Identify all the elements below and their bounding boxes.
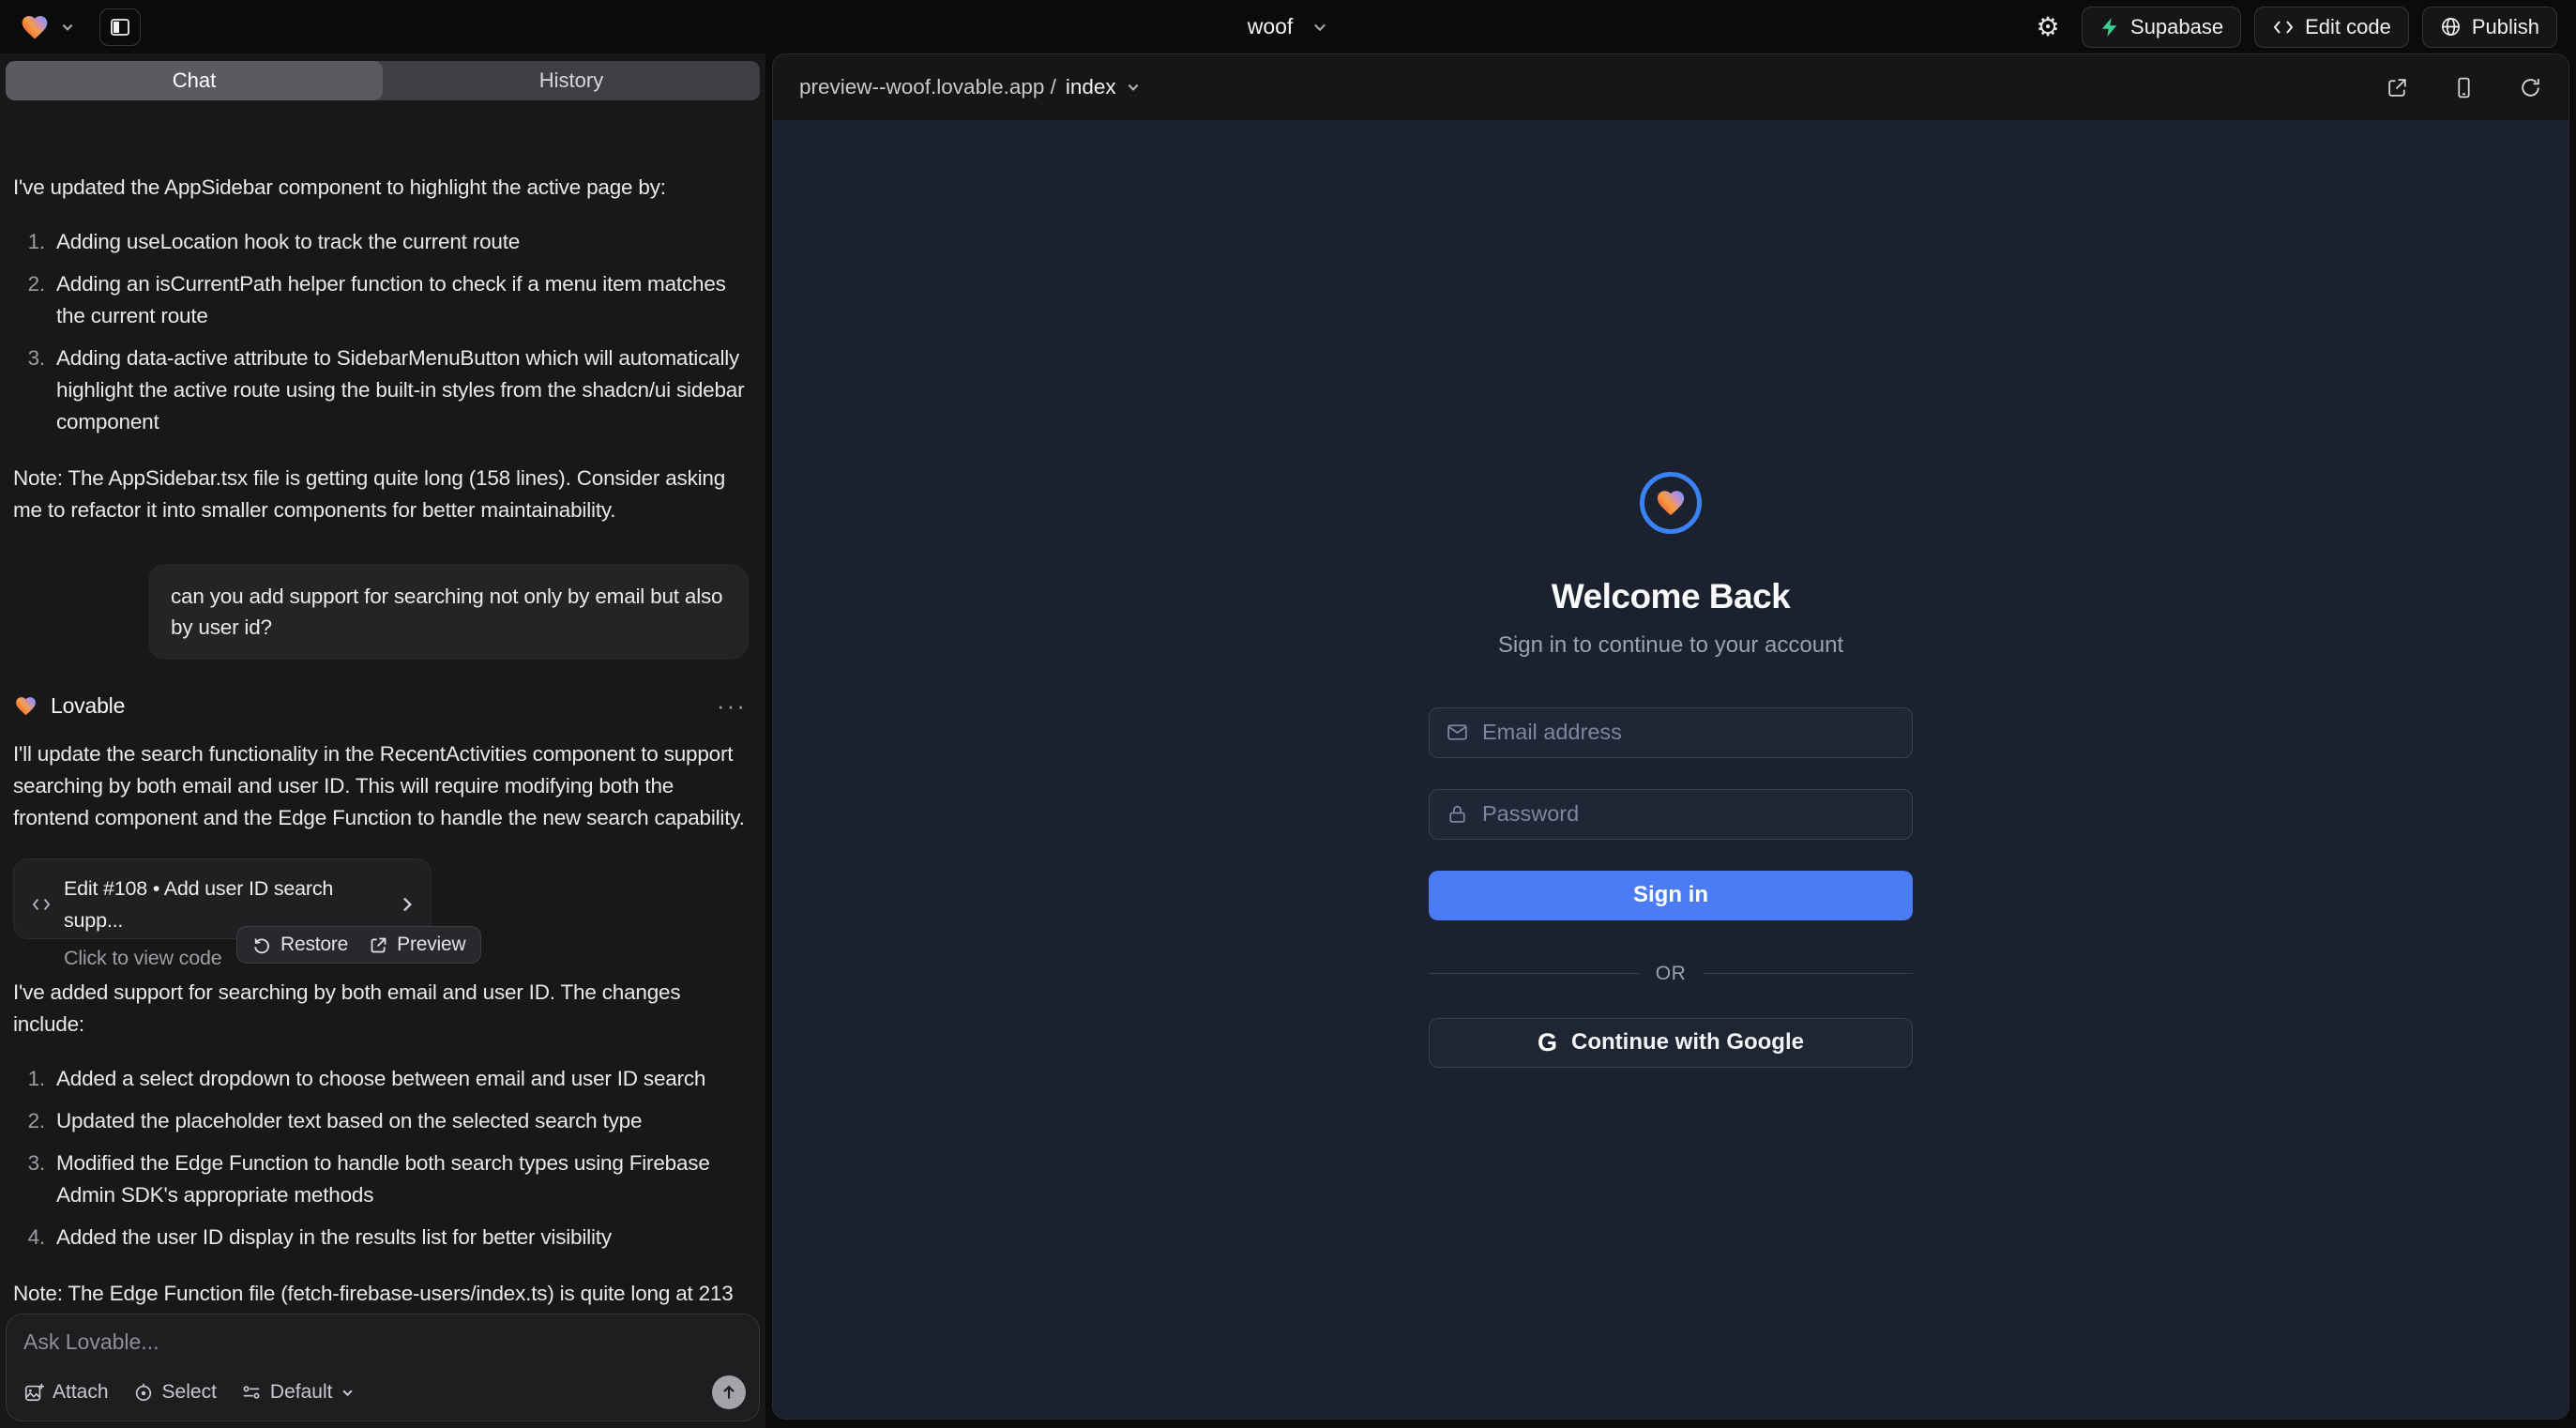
list-item: Modified the Edge Function to handle bot… [51, 1147, 752, 1211]
lovable-heart-icon [13, 694, 38, 718]
select-button[interactable]: Select [133, 1381, 217, 1404]
signin-card: Welcome Back Sign in to continue to your… [1429, 472, 1913, 1068]
google-signin-button[interactable]: G Continue with Google [1429, 1018, 1913, 1068]
supabase-button[interactable]: Supabase [2082, 7, 2241, 48]
top-bar: woof ⚙ Supabase Edit code Publish [0, 0, 2576, 53]
open-in-new-tab-button[interactable] [2386, 76, 2409, 99]
preview-pane: preview--woof.lovable.app / index Welcom… [772, 53, 2569, 1420]
chat-input[interactable] [23, 1329, 742, 1367]
list-item: Adding an isCurrentPath helper function … [51, 268, 752, 332]
sliders-icon [241, 1382, 262, 1403]
version-actions: Restore Preview [236, 926, 481, 964]
envelope-icon [1446, 721, 1469, 744]
external-link-icon [2386, 76, 2409, 99]
preview-url-selector[interactable]: preview--woof.lovable.app / index [799, 75, 1141, 99]
preview-viewport: Welcome Back Sign in to continue to your… [773, 120, 2568, 1419]
page-subtitle: Sign in to continue to your account [1498, 632, 1843, 659]
google-g-icon: G [1538, 1028, 1557, 1057]
list-item: Updated the placeholder text based on th… [51, 1105, 752, 1137]
list-item: Added a select dropdown to choose betwee… [51, 1063, 752, 1095]
message-menu-dots-icon[interactable]: ··· [717, 696, 747, 715]
attach-button[interactable]: Attach [23, 1381, 109, 1404]
email-field [1429, 707, 1913, 758]
refresh-button[interactable] [2519, 76, 2542, 99]
preview-button[interactable]: Preview [369, 929, 465, 961]
chevron-right-icon [400, 896, 414, 913]
composer: Attach Select Default [6, 1314, 760, 1421]
target-icon [133, 1382, 154, 1403]
publish-button[interactable]: Publish [2422, 7, 2557, 48]
project-name[interactable]: woof [1248, 14, 1294, 39]
mode-selector[interactable]: Default [241, 1381, 356, 1404]
globe-icon [2440, 16, 2462, 38]
assistant-changes-list: Added a select dropdown to choose betwee… [51, 1063, 752, 1253]
image-plus-icon [23, 1382, 44, 1403]
email-input[interactable] [1482, 720, 1896, 745]
assistant-note-2: Note: The Edge Function file (fetch-fire… [13, 1278, 752, 1308]
assistant-name: Lovable [51, 690, 125, 722]
chevron-down-icon [341, 1386, 355, 1400]
assistant-message-intro-2: I'll update the search functionality in … [13, 738, 752, 834]
mobile-view-button[interactable] [2452, 76, 2476, 99]
edit-code-button[interactable]: Edit code [2254, 7, 2409, 48]
assistant-message-list: Adding useLocation hook to track the cur… [51, 226, 752, 438]
external-link-icon [369, 935, 388, 955]
sidebar-toggle-button[interactable] [99, 8, 141, 46]
preview-url-host: preview--woof.lovable.app / [799, 75, 1056, 99]
code-icon [31, 896, 52, 913]
project-chevron-down-icon[interactable] [1311, 19, 1328, 36]
preview-url-page: index [1066, 75, 1116, 99]
app-logo [1640, 472, 1702, 534]
chat-panel: Chat History I've updated the AppSidebar… [0, 53, 765, 1428]
divider-line [1703, 973, 1913, 974]
user-message-bubble: can you add support for searching not on… [148, 564, 749, 660]
page-title: Welcome Back [1552, 577, 1791, 616]
assistant-note: Note: The AppSidebar.tsx file is getting… [13, 463, 752, 526]
divider-line [1429, 973, 1639, 974]
supabase-bolt-icon [2099, 16, 2120, 38]
refresh-icon [2519, 76, 2542, 99]
divider-label: OR [1656, 963, 1687, 985]
heart-icon [1654, 487, 1688, 519]
arrow-up-icon [720, 1383, 738, 1402]
password-field [1429, 789, 1913, 840]
preview-toolbar: preview--woof.lovable.app / index [773, 54, 2568, 120]
list-item: Added the user ID display in the results… [51, 1222, 752, 1253]
or-divider: OR [1429, 963, 1913, 985]
google-signin-label: Continue with Google [1571, 1029, 1804, 1056]
chat-messages[interactable]: I've updated the AppSidebar component to… [0, 151, 765, 1308]
chat-history-tabs: Chat History [6, 61, 760, 100]
tab-chat[interactable]: Chat [6, 61, 383, 100]
send-button[interactable] [712, 1375, 746, 1409]
restore-icon [252, 935, 272, 955]
assistant-header: Lovable ··· [13, 690, 752, 722]
smartphone-icon [2452, 76, 2476, 99]
panel-left-icon [109, 16, 131, 38]
list-item: Adding data-active attribute to SidebarM… [51, 342, 752, 438]
code-icon [2272, 17, 2295, 38]
assistant-message-intro: I've updated the AppSidebar component to… [13, 172, 752, 204]
password-input[interactable] [1482, 801, 1896, 827]
lovable-logo-heart-icon[interactable] [19, 12, 51, 42]
restore-button[interactable]: Restore [252, 929, 348, 961]
edit-card-wrapper: Edit #108 • Add user ID search supp... C… [13, 858, 752, 964]
signin-button[interactable]: Sign in [1429, 871, 1913, 920]
settings-gear-icon[interactable]: ⚙ [2027, 7, 2068, 48]
tab-history[interactable]: History [383, 61, 760, 100]
logo-menu-chevron-down-icon[interactable] [60, 20, 75, 35]
assistant-changes-intro: I've added support for searching by both… [13, 977, 752, 1041]
lock-icon [1446, 802, 1469, 826]
chevron-down-icon [1126, 80, 1141, 95]
list-item: Adding useLocation hook to track the cur… [51, 226, 752, 258]
